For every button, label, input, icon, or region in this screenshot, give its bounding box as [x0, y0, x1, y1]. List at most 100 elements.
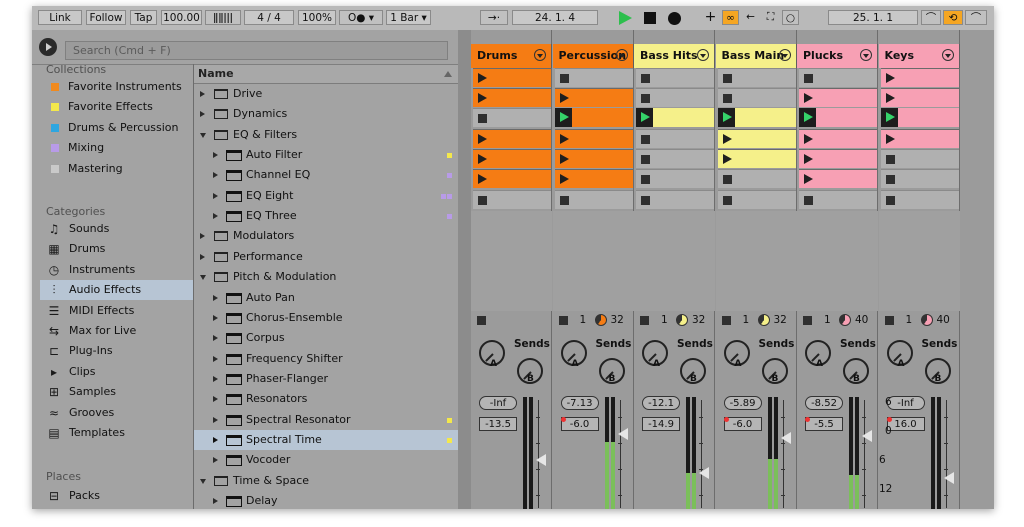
clip-launch-icon[interactable]: [559, 93, 569, 103]
device-item[interactable]: Auto Filter: [194, 145, 458, 165]
pan-field[interactable]: -6.0: [560, 417, 599, 431]
collection-item[interactable]: Mixing: [40, 138, 193, 158]
slot-stop-icon[interactable]: [559, 74, 569, 83]
folder-item[interactable]: Performance: [194, 247, 458, 267]
capture-icon[interactable]: ⛶: [762, 10, 779, 25]
folder-item[interactable]: EQ & Filters: [194, 125, 458, 145]
automation-arm-icon[interactable]: ∞: [722, 10, 739, 25]
clip-slot[interactable]: [880, 149, 959, 168]
position-field[interactable]: 24. 1. 4: [512, 10, 598, 25]
clip-slot[interactable]: [799, 108, 877, 128]
play-icon[interactable]: [619, 11, 632, 25]
volume-fader-handle[interactable]: [536, 454, 546, 466]
device-item[interactable]: EQ Eight: [194, 186, 458, 206]
slot-stop-icon[interactable]: [641, 195, 650, 205]
clip-slot[interactable]: [473, 108, 551, 128]
slot-stop-icon[interactable]: [804, 195, 813, 205]
clip-launch-icon[interactable]: [804, 133, 813, 144]
metronome-icon[interactable]: O● ▾: [339, 10, 383, 25]
clip-slot[interactable]: [554, 149, 633, 168]
clip-slot[interactable]: [636, 169, 714, 189]
slot-stop-icon[interactable]: [641, 134, 650, 144]
volume-fader-handle[interactable]: [943, 472, 954, 484]
clip-playing-indicator[interactable]: [636, 108, 653, 128]
track-stop-button[interactable]: [884, 316, 894, 325]
device-item[interactable]: Resonators: [194, 389, 458, 409]
zoom-field[interactable]: 100%: [298, 10, 336, 25]
track-fold-icon[interactable]: [534, 49, 546, 61]
track-header[interactable]: Keys: [878, 44, 960, 68]
clip-slot[interactable]: [717, 108, 796, 128]
clip-launch-icon[interactable]: [478, 174, 487, 185]
disclosure-closed-icon[interactable]: [213, 294, 218, 301]
clip-slot[interactable]: [473, 189, 551, 209]
slot-stop-icon[interactable]: [804, 74, 813, 83]
track-fold-icon[interactable]: [697, 49, 709, 61]
clip-slot[interactable]: [554, 169, 633, 189]
track-stop-button[interactable]: [558, 316, 568, 325]
clip-slot[interactable]: [717, 149, 796, 168]
slot-stop-icon[interactable]: [722, 195, 732, 205]
tap-tempo-button[interactable]: Tap: [130, 10, 157, 25]
clip-slot[interactable]: [473, 68, 551, 87]
volume-fader-handle[interactable]: [862, 430, 872, 442]
disclosure-closed-icon[interactable]: [213, 314, 218, 321]
volume-field[interactable]: -7.13: [560, 396, 599, 410]
disclosure-closed-icon[interactable]: [213, 436, 218, 443]
clip-launch-icon[interactable]: [478, 154, 487, 164]
name-column-header[interactable]: Name: [194, 65, 458, 84]
clip-launch-icon[interactable]: [804, 174, 813, 185]
track-fold-icon[interactable]: [941, 49, 954, 61]
track-header[interactable]: Bass Main: [715, 44, 797, 68]
volume-field[interactable]: -5.89: [723, 396, 762, 410]
category-drums[interactable]: ▦ Drums: [40, 239, 193, 259]
folder-item[interactable]: Drive: [194, 84, 458, 104]
punch-out-icon[interactable]: ⌒: [965, 10, 987, 25]
folder-item[interactable]: Dynamics: [194, 104, 458, 124]
category-midi-effects[interactable]: ☰ MIDI Effects: [40, 301, 193, 321]
slot-stop-icon[interactable]: [641, 74, 650, 83]
clip-launch-icon[interactable]: [804, 93, 813, 103]
clip-slot[interactable]: [473, 128, 551, 148]
clip-slot[interactable]: [799, 189, 877, 209]
back-to-arrangement-icon[interactable]: ←: [742, 10, 759, 25]
track-header[interactable]: Percussion: [552, 44, 634, 68]
clip-slot[interactable]: [554, 88, 633, 107]
collection-item[interactable]: Favorite Instruments: [40, 77, 193, 97]
clip-slot[interactable]: [636, 189, 714, 209]
disclosure-closed-icon[interactable]: [200, 253, 205, 260]
disclosure-open-icon[interactable]: [200, 275, 206, 281]
disclosure-closed-icon[interactable]: [200, 233, 205, 240]
device-item[interactable]: Channel EQ: [194, 165, 458, 185]
folder-item[interactable]: Modulators: [194, 226, 458, 246]
clip-launch-icon[interactable]: [722, 133, 732, 144]
category-clips[interactable]: ▸ Clips: [40, 362, 193, 382]
disclosure-open-icon[interactable]: [200, 132, 206, 138]
disclosure-closed-icon[interactable]: [213, 192, 218, 199]
search-input[interactable]: Search (Cmd + F): [65, 41, 448, 60]
slot-stop-icon[interactable]: [559, 195, 569, 205]
clip-slot[interactable]: [799, 128, 877, 148]
track-header[interactable]: Drums: [471, 44, 552, 68]
clip-slot[interactable]: [473, 149, 551, 168]
slot-stop-icon[interactable]: [478, 195, 487, 205]
category-templates[interactable]: ▤ Templates: [40, 423, 193, 443]
clip-playing-indicator[interactable]: [554, 108, 572, 128]
device-item[interactable]: Spectral Time: [194, 429, 458, 450]
disclosure-closed-icon[interactable]: [213, 396, 218, 403]
clip-launch-icon[interactable]: [885, 93, 895, 103]
track-header[interactable]: Plucks: [797, 44, 878, 68]
link-button[interactable]: Link: [38, 10, 82, 25]
folder-item[interactable]: Pitch & Modulation: [194, 267, 458, 287]
clip-launch-icon[interactable]: [804, 154, 813, 164]
session-record-icon[interactable]: ○: [782, 10, 799, 25]
volume-field[interactable]: -12.1: [642, 396, 680, 410]
disclosure-closed-icon[interactable]: [213, 416, 218, 423]
pan-field[interactable]: -14.9: [642, 417, 680, 431]
volume-field[interactable]: -Inf: [479, 396, 517, 410]
collection-item[interactable]: Favorite Effects: [40, 97, 193, 117]
track-fold-icon[interactable]: [615, 49, 628, 61]
device-item[interactable]: Frequency Shifter: [194, 349, 458, 369]
clip-launch-icon[interactable]: [478, 93, 487, 103]
track-fold-icon[interactable]: [860, 49, 872, 61]
